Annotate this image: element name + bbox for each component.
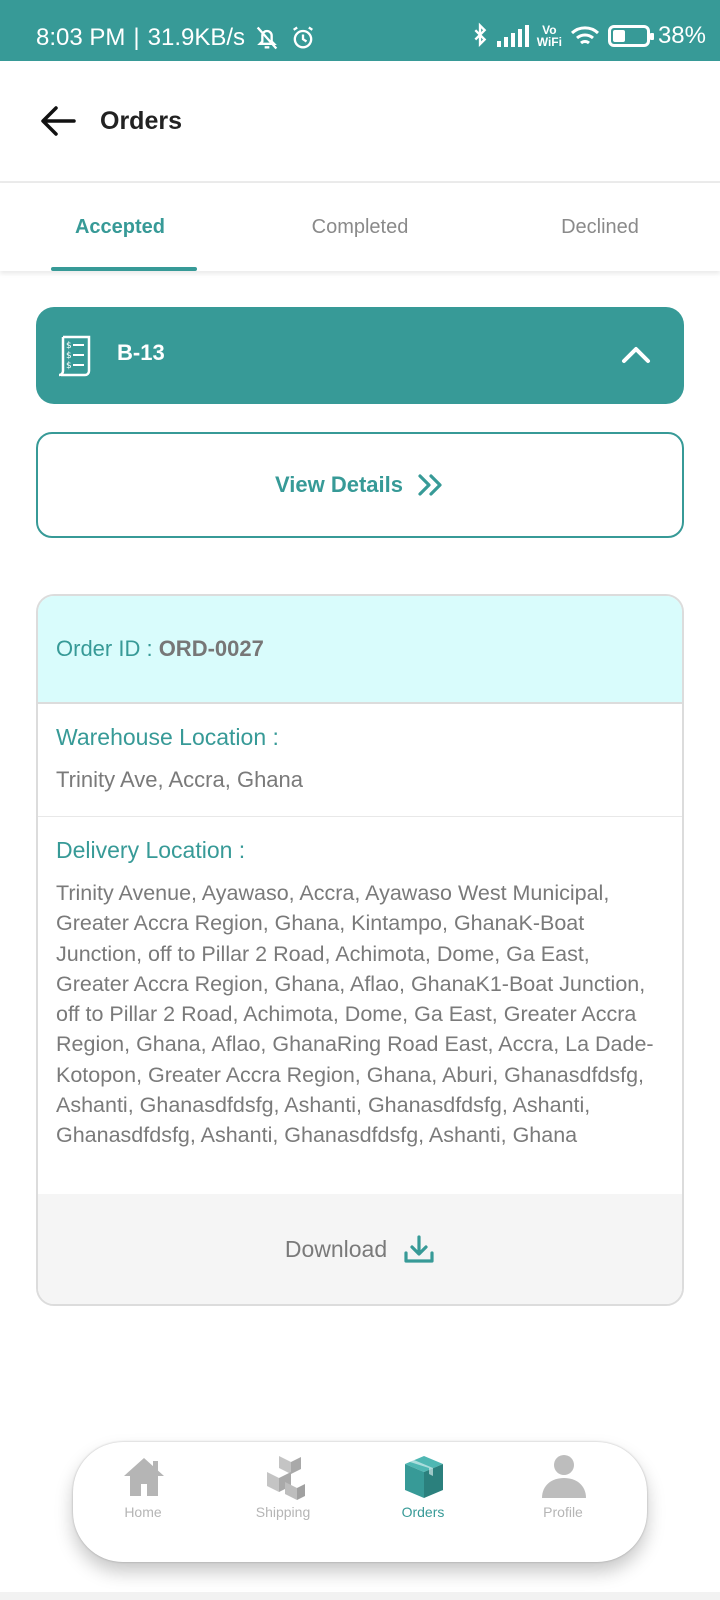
order-id-label: Order ID : <box>56 636 159 661</box>
tab-accepted[interactable]: Accepted <box>20 183 220 271</box>
warehouse-label: Warehouse Location : <box>56 724 279 750</box>
tab-declined[interactable]: Declined <box>500 183 700 271</box>
person-icon <box>542 1455 586 1498</box>
battery-fill <box>612 30 626 42</box>
alarm-icon <box>293 26 314 49</box>
order-status-tabs: Accepted Completed Declined <box>0 183 720 271</box>
signal-icon <box>496 25 529 47</box>
system-nav-strip <box>0 1592 720 1600</box>
package-icon <box>405 1456 443 1498</box>
double-chevron-right-icon <box>418 474 442 496</box>
order-card: Order ID : ORD-0027 Warehouse Location :… <box>36 594 684 1306</box>
nav-shipping[interactable]: Shipping <box>233 1442 333 1562</box>
batch-accordion-header[interactable]: $ $ $ B-13 <box>36 307 684 404</box>
receipt-icon: $ $ $ <box>58 335 91 377</box>
view-details-button[interactable]: View Details <box>36 432 684 538</box>
warehouse-section: Warehouse Location : Trinity Ave, Accra,… <box>38 704 682 817</box>
nav-home[interactable]: Home <box>93 1442 193 1562</box>
bell-off-icon <box>256 26 278 50</box>
nav-orders[interactable]: Orders <box>373 1442 473 1562</box>
back-arrow-icon[interactable] <box>38 101 78 141</box>
page-title: Orders <box>100 107 182 135</box>
download-button[interactable]: Download <box>38 1194 682 1304</box>
delivery-section: Delivery Location : Trinity Avenue, Ayaw… <box>38 817 682 1193</box>
app-header: Orders <box>0 61 720 183</box>
nav-shipping-label: Shipping <box>255 1504 311 1520</box>
svg-text:$: $ <box>66 361 72 371</box>
tab-completed[interactable]: Completed <box>260 183 460 271</box>
order-id-row: Order ID : ORD-0027 <box>38 596 682 704</box>
view-details-label: View Details <box>275 472 403 497</box>
order-id-value: ORD-0027 <box>158 636 264 661</box>
download-label: Download <box>284 1235 388 1262</box>
orders-screen: 8:03 PM | 31.9KB/s Vo WiFi 38% Orders Ac… <box>0 0 720 1600</box>
download-icon <box>404 1235 434 1263</box>
nav-orders-label: Orders <box>401 1504 445 1520</box>
battery-icon <box>607 25 654 47</box>
wifi-icon <box>570 26 599 45</box>
boxes-icon <box>267 1456 305 1500</box>
warehouse-value: Trinity Ave, Accra, Ghana <box>56 767 304 792</box>
nav-home-label: Home <box>124 1504 162 1520</box>
nav-profile[interactable]: Profile <box>513 1442 613 1562</box>
status-separator: | <box>133 24 140 51</box>
vowifi-indicator: Vo WiFi <box>537 24 562 48</box>
chevron-up-icon[interactable] <box>620 341 652 369</box>
battery-percent: 38% <box>657 22 706 49</box>
status-bar: 8:03 PM | 31.9KB/s Vo WiFi 38% <box>0 0 720 61</box>
status-time: 8:03 PM <box>36 24 126 51</box>
home-icon <box>124 1458 164 1496</box>
active-tab-indicator <box>51 267 197 271</box>
nav-profile-label: Profile <box>543 1504 583 1520</box>
svg-text:$: $ <box>66 341 72 351</box>
delivery-label: Delivery Location : <box>56 837 246 863</box>
status-right: Vo WiFi 38% <box>471 22 706 50</box>
vowifi-bottom: WiFi <box>536 35 562 49</box>
status-net-speed: 31.9KB/s <box>147 24 246 51</box>
status-left: 8:03 PM | 31.9KB/s <box>36 24 317 52</box>
bottom-navigation: Home Shipping Orders Profile <box>73 1442 647 1562</box>
svg-text:$: $ <box>66 351 72 361</box>
bluetooth-icon <box>474 22 487 47</box>
delivery-value: Trinity Avenue, Ayawaso, Accra, Ayawaso … <box>56 881 654 1148</box>
batch-label: B-13 <box>117 340 165 365</box>
